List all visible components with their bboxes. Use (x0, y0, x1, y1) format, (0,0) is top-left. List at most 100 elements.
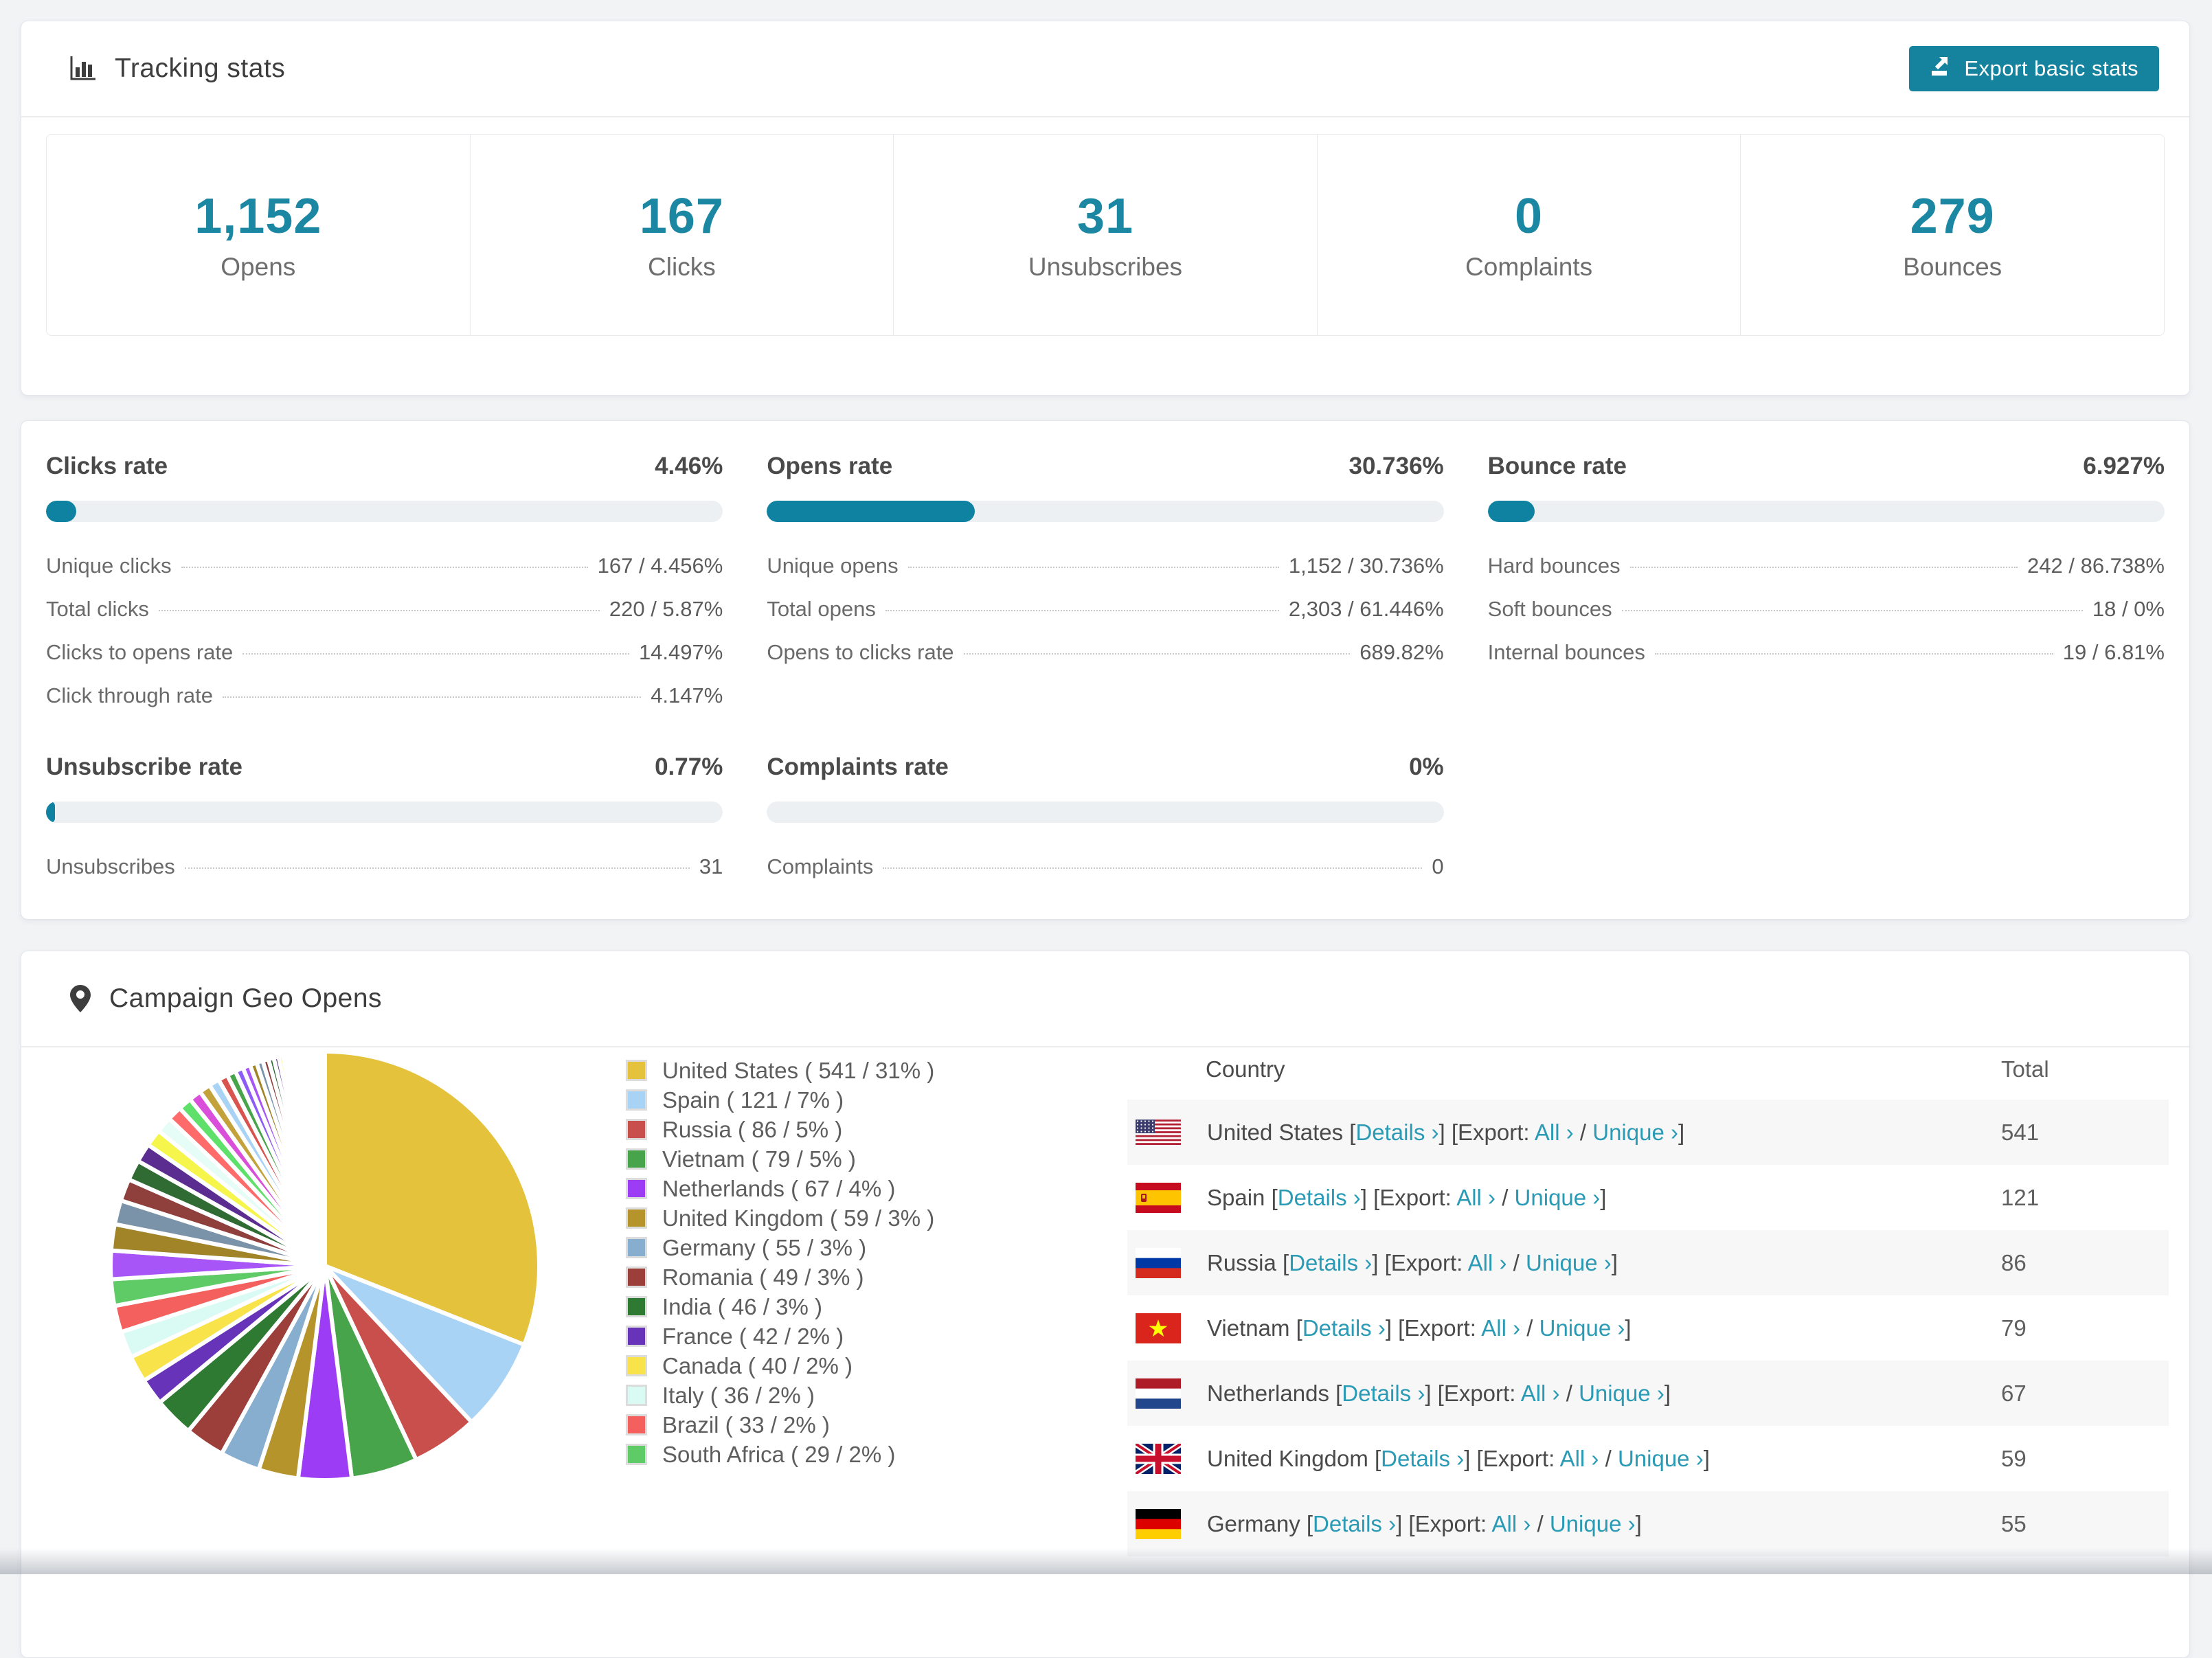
rate-row-hard-bounces: Hard bounces 242 / 86.738% (1488, 554, 2165, 578)
export-basic-stats-button[interactable]: Export basic stats (1909, 46, 2159, 91)
rate-title-label: Bounce rate (1487, 453, 1627, 479)
rate-row-label: Total opens (767, 597, 876, 621)
export-unique-link[interactable]: Unique › (1579, 1381, 1664, 1406)
geo-table-cell-total: 59 (2001, 1445, 2027, 1471)
bracket: ] (1678, 1119, 1685, 1145)
geo-table-row-netherlands: Netherlands [Details ›] [Export: All › /… (1127, 1361, 2169, 1426)
details-link[interactable]: Details › (1313, 1511, 1396, 1536)
legend-label: Canada ( 40 / 2% ) (662, 1352, 853, 1378)
legend-label: United Kingdom ( 59 / 3% ) (662, 1205, 935, 1231)
stat-label-opens: Opens (221, 253, 296, 281)
export-unique-link[interactable]: Unique › (1618, 1446, 1704, 1471)
rate-value-label: 30.736% (1348, 453, 1444, 479)
rate-row-value: 2,303 / 61.446% (1288, 597, 1444, 621)
geo-table-cell-total: 541 (2001, 1119, 2040, 1145)
dotted-leader (1654, 653, 2053, 655)
bracket: ] (1600, 1184, 1607, 1210)
geo-table-cell-country: Spain [Details ›] [Export: All › / Uniqu… (1136, 1182, 2001, 1213)
bracket: [ (1306, 1510, 1313, 1536)
export-unique-link[interactable]: Unique › (1592, 1120, 1678, 1145)
rate-row-label: Unique clicks (46, 554, 172, 578)
details-link[interactable]: Details › (1278, 1185, 1361, 1210)
export-all-link[interactable]: All › (1521, 1381, 1560, 1406)
bracket: [ (1271, 1184, 1278, 1210)
geo-table-row-vietnam: Vietnam [Details ›] [Export: All › / Uni… (1127, 1295, 2169, 1361)
bracket: [ (1374, 1445, 1381, 1471)
legend-item-vietnam: Vietnam ( 79 / 5% ) (626, 1144, 934, 1174)
country-name-and-links: Spain [Details ›] [Export: All › / Uniqu… (1207, 1185, 1606, 1211)
geo-table-cell-total: 79 (2001, 1315, 2027, 1341)
rate-row-value: 220 / 5.87% (609, 597, 723, 621)
rate-row-label: Opens to clicks rate (767, 640, 954, 664)
geo-table-row-germany: Germany [Details ›] [Export: All › / Uni… (1127, 1491, 2169, 1556)
details-link[interactable]: Details › (1355, 1120, 1438, 1145)
geo-table-cell-country: Netherlands [Details ›] [Export: All › /… (1136, 1378, 2001, 1409)
export-unique-link[interactable]: Unique › (1550, 1511, 1636, 1536)
geo-table-cell-country: United Kingdom [Details ›] [Export: All … (1136, 1443, 2001, 1474)
export-all-link[interactable]: All › (1456, 1185, 1496, 1210)
rate-row-label: Click through rate (46, 683, 213, 707)
rate-row-label: Unique opens (767, 554, 899, 578)
country-name: Vietnam (1207, 1315, 1296, 1341)
tracking-stats-card: Tracking stats Export basic stats 1,152 O… (21, 21, 2190, 396)
details-link[interactable]: Details › (1289, 1250, 1372, 1275)
stat-box-clicks: 167 Clicks (469, 135, 894, 335)
rate-row-value: 689.82% (1359, 640, 1444, 664)
rate-title-label: Unsubscribe rate (46, 753, 242, 780)
rate-title-label: Opens rate (767, 453, 893, 479)
rate-progress-bar (767, 501, 1444, 522)
rate-row-total-opens: Total opens 2,303 / 61.446% (767, 597, 1443, 622)
rate-detail-rows: Unique clicks 167 / 4.456% Total clicks 220… (46, 554, 723, 708)
legend-item-canada: Canada ( 40 / 2% ) (626, 1351, 934, 1381)
pie-slice-55[interactable] (321, 1049, 327, 1267)
legend-item-russia: Russia ( 86 / 5% ) (626, 1115, 934, 1144)
export-all-link[interactable]: All › (1560, 1446, 1599, 1471)
tracking-stats-title-text: Tracking stats (115, 54, 286, 83)
geo-table-header-row: Country Total (1127, 1039, 2169, 1100)
export-all-link[interactable]: All › (1491, 1511, 1531, 1536)
country-name: Spain (1207, 1184, 1272, 1210)
export-unique-link[interactable]: Unique › (1539, 1315, 1625, 1341)
rate-row-unsubscribes: Unsubscribes 31 (46, 854, 723, 879)
details-link[interactable]: Details › (1381, 1446, 1464, 1471)
details-link[interactable]: Details › (1342, 1381, 1425, 1406)
bracket: ] [Export: (1385, 1315, 1482, 1341)
legend-label: Netherlands ( 67 / 4% ) (662, 1175, 896, 1201)
geo-table-header-total: Total (2001, 1056, 2049, 1082)
rate-row-opens-to-clicks-rate: Opens to clicks rate 689.82% (767, 640, 1443, 665)
rate-head-complaints-rate: Complaints rate 0% (767, 753, 1443, 781)
export-all-link[interactable]: All › (1481, 1315, 1520, 1341)
stat-value-complaints: 0 (1515, 189, 1544, 244)
dotted-leader (181, 567, 588, 568)
map-pin-icon (69, 984, 91, 1013)
export-unique-link[interactable]: Unique › (1526, 1250, 1612, 1275)
legend-swatch (626, 1237, 647, 1258)
rate-row-label: Complaints (767, 854, 874, 878)
export-all-link[interactable]: All › (1468, 1250, 1507, 1275)
separator: / (1531, 1510, 1550, 1536)
details-link[interactable]: Details › (1302, 1315, 1386, 1341)
country-name-and-links: Germany [Details ›] [Export: All › / Uni… (1207, 1511, 1642, 1537)
rate-detail-rows: Hard bounces 242 / 86.738% Soft bounces 18 … (1488, 554, 2165, 665)
geo-country-table: Country Total United States [Details ›] [E… (1127, 1039, 2169, 1556)
rate-row-value: 1,152 / 30.736% (1288, 554, 1444, 578)
flag-vn-icon (1136, 1313, 1181, 1343)
separator: / (1506, 1249, 1526, 1275)
flag-ru-icon (1136, 1247, 1181, 1278)
rate-detail-rows: Unsubscribes 31 (46, 854, 723, 879)
country-name-and-links: Netherlands [Details ›] [Export: All › /… (1207, 1381, 1671, 1407)
export-all-link[interactable]: All › (1535, 1120, 1574, 1145)
rate-block-unsubscribe-rate: Unsubscribe rate 0.77% Unsubscribes 31 (46, 753, 723, 879)
separator: / (1520, 1315, 1539, 1341)
flag-es-icon (1136, 1182, 1181, 1213)
rate-row-click-through-rate: Click through rate 4.147% (46, 683, 723, 708)
country-name: United Kingdom (1207, 1445, 1375, 1471)
dotted-leader (1621, 610, 2083, 611)
export-unique-link[interactable]: Unique › (1515, 1185, 1601, 1210)
rates-grid: Clicks rate 4.46% Unique clicks 167 / 4.456… (46, 453, 2165, 879)
legend-item-germany: Germany ( 55 / 3% ) (626, 1233, 934, 1262)
rate-head-clicks-rate: Clicks rate 4.46% (46, 453, 723, 480)
legend-swatch (626, 1385, 647, 1406)
dotted-leader (907, 567, 1279, 568)
rate-block-opens-rate: Opens rate 30.736% Unique opens 1,152 / 30.… (767, 453, 1444, 708)
